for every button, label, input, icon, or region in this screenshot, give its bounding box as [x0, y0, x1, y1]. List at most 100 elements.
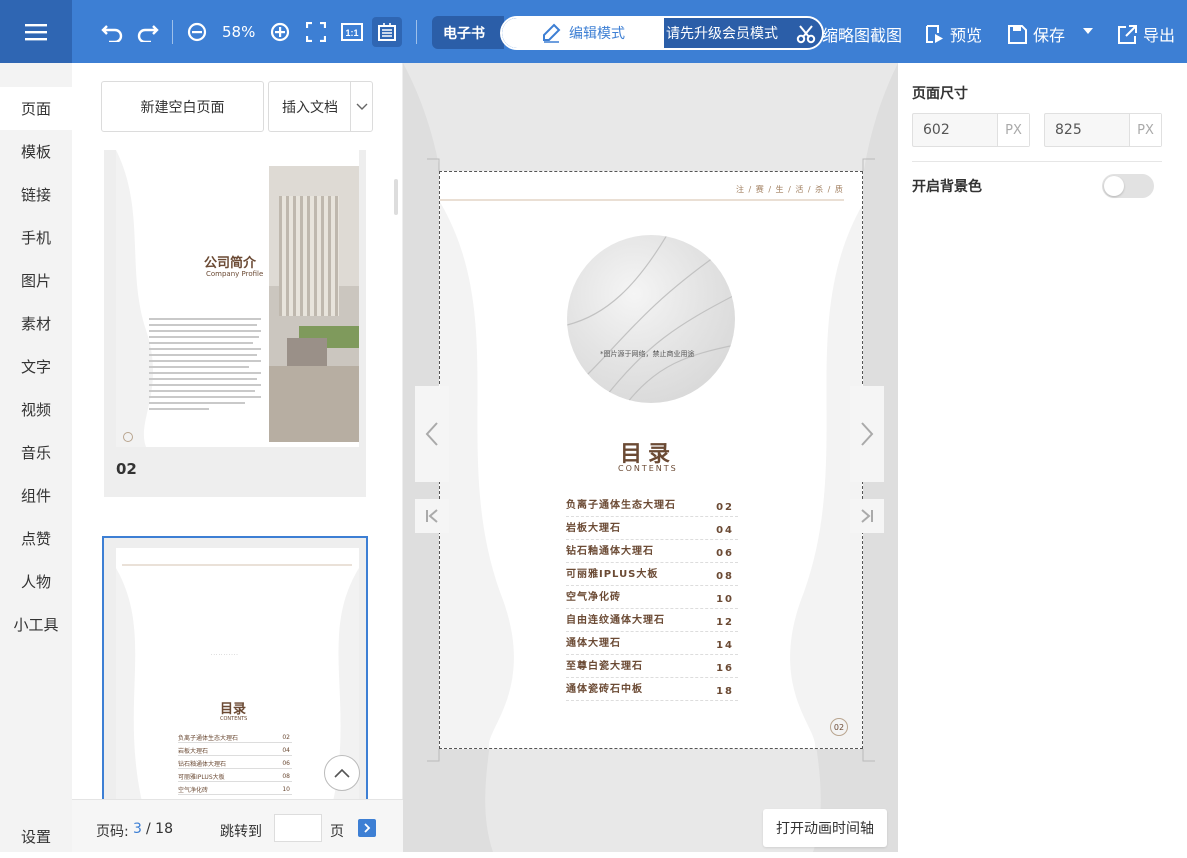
- nav-item-person[interactable]: 人物: [0, 560, 72, 603]
- panel-scrollbar[interactable]: [394, 179, 398, 215]
- nav-item-component[interactable]: 组件: [0, 474, 72, 517]
- px-unit: PX: [997, 114, 1029, 146]
- toc-row[interactable]: 通体瓷砖石中板 18: [566, 678, 738, 701]
- page-thumbnail[interactable]: 公司简介 Company Profile 02: [104, 150, 366, 497]
- px-unit: PX: [1129, 114, 1161, 146]
- undo-button[interactable]: [100, 20, 124, 44]
- toc-row[interactable]: 至尊白瓷大理石 16: [566, 655, 738, 678]
- pager-bar: 页码: 3 / 18 跳转到 页: [72, 799, 403, 852]
- open-animation-timeline-button[interactable]: 打开动画时间轴: [763, 809, 887, 847]
- actual-size-icon: 1:1: [341, 23, 363, 41]
- edit-mode-tab[interactable]: 编辑模式: [502, 18, 664, 48]
- prev-page-button[interactable]: [415, 386, 449, 482]
- toc-row[interactable]: 钻石釉通体大理石 06: [566, 540, 738, 563]
- export-button[interactable]: 导出: [1118, 22, 1175, 46]
- svg-text:1:1: 1:1: [345, 28, 358, 38]
- nav-item-music[interactable]: 音乐: [0, 431, 72, 474]
- thumbnail-capture-label: 缩略图截图: [822, 26, 903, 45]
- ruler-icon: [378, 23, 396, 41]
- thumbnail-page-number: 02: [116, 460, 137, 478]
- nav-item-tools[interactable]: 小工具: [0, 603, 72, 646]
- page-unit-label: 页: [330, 824, 344, 840]
- toc-row-title: 空气净化砖: [566, 592, 621, 603]
- toc-row-page: 04: [716, 525, 734, 536]
- page-width-field[interactable]: 602 PX: [912, 113, 1030, 147]
- toc-row-title: 至尊白瓷大理石: [566, 661, 643, 672]
- current-page: 3: [133, 821, 142, 837]
- editor-canvas: 注 / 赛 / 生 / 活 / 杀 / 质 *图片源于网络，禁止商业用途 目录 …: [403, 63, 898, 852]
- actual-size-button[interactable]: 1:1: [340, 20, 364, 44]
- nav-item-link[interactable]: 链接: [0, 173, 72, 216]
- jump-to-label: 跳转到: [220, 824, 262, 840]
- next-page-button[interactable]: [850, 386, 884, 482]
- toc-row-page: 14: [716, 640, 734, 651]
- edit-mode-label: 编辑模式: [569, 26, 625, 42]
- new-blank-page-button[interactable]: 新建空白页面: [101, 81, 264, 132]
- save-button[interactable]: 保存: [1008, 22, 1065, 46]
- toc-row-title: 钻石釉通体大理石: [566, 546, 654, 557]
- fit-screen-button[interactable]: [304, 20, 328, 44]
- insert-document-label: 插入文档: [282, 99, 338, 116]
- nav-item-material[interactable]: 素材: [0, 302, 72, 345]
- save-icon: [1008, 24, 1027, 44]
- toc-row-page: 02: [716, 502, 734, 513]
- last-page-button[interactable]: [850, 499, 884, 533]
- save-dropdown-button[interactable]: [1082, 27, 1094, 35]
- chevron-down-icon: [356, 103, 367, 110]
- thumbnail-subtitle: Company Profile: [206, 270, 264, 278]
- thumbnail-page-preview: · · · · · · · · · · · 目录 CONTENTS 负离子通体生…: [116, 548, 359, 804]
- chevron-right-icon: [861, 422, 874, 446]
- background-color-toggle[interactable]: [1102, 174, 1154, 198]
- zoom-out-button[interactable]: [185, 20, 209, 44]
- ebook-tag[interactable]: 电子书: [432, 16, 504, 49]
- toc-row-title: 通体瓷砖石中板: [566, 684, 643, 695]
- body-text-lines: [149, 318, 261, 410]
- first-page-button[interactable]: [415, 499, 449, 533]
- jump-page-input[interactable]: [274, 814, 322, 842]
- toc-row-page: 10: [716, 594, 734, 605]
- divider: [912, 161, 1162, 162]
- marble-circle-image[interactable]: [567, 235, 735, 403]
- ruler-button[interactable]: [372, 17, 402, 47]
- group-mode-label: 请先升级会员模式: [666, 26, 778, 42]
- nav-item-template[interactable]: 模板: [0, 130, 72, 173]
- toc-row[interactable]: 空气净化砖 10: [566, 586, 738, 609]
- last-page-icon: [861, 509, 873, 523]
- thumbnail-page-preview: 公司简介 Company Profile: [116, 150, 359, 447]
- jump-go-button[interactable]: [358, 819, 376, 837]
- export-icon: [1118, 24, 1137, 44]
- current-page-canvas[interactable]: 注 / 赛 / 生 / 活 / 杀 / 质 *图片源于网络，禁止商业用途 目录 …: [439, 171, 863, 749]
- toc-row[interactable]: 可丽雅IPLUS大板 08: [566, 563, 738, 586]
- redo-button[interactable]: [136, 20, 160, 44]
- toc-row[interactable]: 通体大理石 14: [566, 632, 738, 655]
- toc-row[interactable]: 岩板大理石 04: [566, 517, 738, 540]
- edit-icon: [543, 23, 561, 43]
- nav-item-phone[interactable]: 手机: [0, 216, 72, 259]
- toc-row-page: 18: [716, 686, 734, 697]
- zoom-level: 58%: [222, 23, 256, 41]
- toc-row[interactable]: 自由连纹通体大理石 12: [566, 609, 738, 632]
- thumbnail-toc-title: 目录: [220, 702, 247, 717]
- toc-row[interactable]: 负离子通体生态大理石 02: [566, 494, 738, 517]
- thumbnail-toc-row: 空气净化砖 10: [178, 783, 292, 795]
- scroll-top-button[interactable]: [324, 755, 360, 791]
- zoom-in-button[interactable]: [268, 20, 292, 44]
- toc-subtitle: CONTENTS: [618, 464, 678, 473]
- preview-button[interactable]: 预览: [924, 22, 982, 46]
- page-number-label: 页码:: [96, 824, 129, 840]
- hamburger-menu-button[interactable]: [0, 0, 72, 63]
- page-height-field[interactable]: 825 PX: [1044, 113, 1162, 147]
- nav-item-image[interactable]: 图片: [0, 259, 72, 302]
- first-page-icon: [426, 509, 438, 523]
- nav-item-page[interactable]: 页面: [0, 87, 72, 130]
- insert-dropdown[interactable]: [350, 82, 372, 131]
- nav-item-like[interactable]: 点赞: [0, 517, 72, 560]
- nav-item-text[interactable]: 文字: [0, 345, 72, 388]
- thumbnail-toc-row: 可丽雅IPLUS大板 08: [178, 770, 292, 782]
- nav-item-video[interactable]: 视频: [0, 388, 72, 431]
- insert-document-button[interactable]: 插入文档: [268, 81, 373, 132]
- page-number-circle: [123, 432, 133, 442]
- thumbnail-capture-button[interactable]: 缩略图截图: [796, 22, 902, 46]
- fullscreen-icon: [306, 22, 326, 42]
- scissors-icon: [796, 25, 816, 44]
